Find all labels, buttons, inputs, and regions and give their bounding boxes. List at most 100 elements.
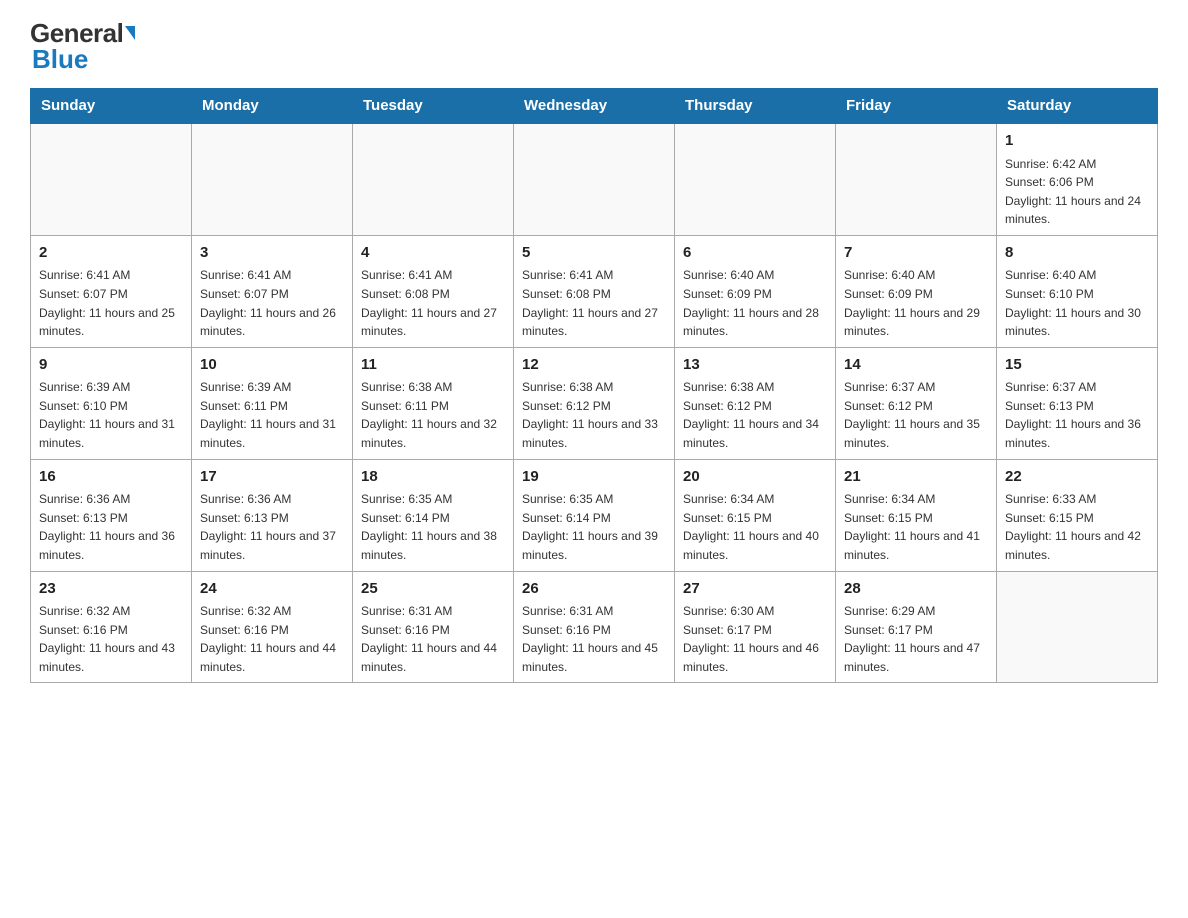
- calendar-body: 1Sunrise: 6:42 AM Sunset: 6:06 PM Daylig…: [31, 123, 1158, 683]
- day-number: 17: [200, 466, 344, 489]
- day-number: 20: [683, 466, 827, 489]
- week-row-4: 16Sunrise: 6:36 AM Sunset: 6:13 PM Dayli…: [31, 459, 1158, 571]
- day-cell: 10Sunrise: 6:39 AM Sunset: 6:11 PM Dayli…: [192, 347, 353, 459]
- day-number: 13: [683, 354, 827, 377]
- day-cell: 13Sunrise: 6:38 AM Sunset: 6:12 PM Dayli…: [675, 347, 836, 459]
- header-saturday: Saturday: [997, 89, 1158, 124]
- day-number: 4: [361, 242, 505, 265]
- day-info: Sunrise: 6:32 AM Sunset: 6:16 PM Dayligh…: [39, 602, 183, 676]
- day-info: Sunrise: 6:40 AM Sunset: 6:10 PM Dayligh…: [1005, 266, 1149, 340]
- day-info: Sunrise: 6:33 AM Sunset: 6:15 PM Dayligh…: [1005, 490, 1149, 564]
- day-info: Sunrise: 6:39 AM Sunset: 6:11 PM Dayligh…: [200, 378, 344, 452]
- day-cell: 28Sunrise: 6:29 AM Sunset: 6:17 PM Dayli…: [836, 571, 997, 683]
- day-number: 16: [39, 466, 183, 489]
- day-info: Sunrise: 6:32 AM Sunset: 6:16 PM Dayligh…: [200, 602, 344, 676]
- day-number: 8: [1005, 242, 1149, 265]
- day-cell: 9Sunrise: 6:39 AM Sunset: 6:10 PM Daylig…: [31, 347, 192, 459]
- day-cell: 8Sunrise: 6:40 AM Sunset: 6:10 PM Daylig…: [997, 235, 1158, 347]
- day-info: Sunrise: 6:36 AM Sunset: 6:13 PM Dayligh…: [39, 490, 183, 564]
- day-cell: 26Sunrise: 6:31 AM Sunset: 6:16 PM Dayli…: [514, 571, 675, 683]
- day-info: Sunrise: 6:39 AM Sunset: 6:10 PM Dayligh…: [39, 378, 183, 452]
- header-wednesday: Wednesday: [514, 89, 675, 124]
- day-number: 9: [39, 354, 183, 377]
- day-info: Sunrise: 6:37 AM Sunset: 6:12 PM Dayligh…: [844, 378, 988, 452]
- week-row-2: 2Sunrise: 6:41 AM Sunset: 6:07 PM Daylig…: [31, 235, 1158, 347]
- logo-general: General: [30, 20, 123, 46]
- day-cell: 6Sunrise: 6:40 AM Sunset: 6:09 PM Daylig…: [675, 235, 836, 347]
- week-row-3: 9Sunrise: 6:39 AM Sunset: 6:10 PM Daylig…: [31, 347, 1158, 459]
- day-number: 1: [1005, 130, 1149, 153]
- day-number: 15: [1005, 354, 1149, 377]
- day-cell: 5Sunrise: 6:41 AM Sunset: 6:08 PM Daylig…: [514, 235, 675, 347]
- day-number: 24: [200, 578, 344, 601]
- page-header: General Blue: [30, 20, 1158, 72]
- day-info: Sunrise: 6:34 AM Sunset: 6:15 PM Dayligh…: [683, 490, 827, 564]
- day-cell: [192, 123, 353, 235]
- day-cell: 20Sunrise: 6:34 AM Sunset: 6:15 PM Dayli…: [675, 459, 836, 571]
- day-cell: 3Sunrise: 6:41 AM Sunset: 6:07 PM Daylig…: [192, 235, 353, 347]
- day-cell: [353, 123, 514, 235]
- day-info: Sunrise: 6:34 AM Sunset: 6:15 PM Dayligh…: [844, 490, 988, 564]
- day-number: 14: [844, 354, 988, 377]
- day-cell: 22Sunrise: 6:33 AM Sunset: 6:15 PM Dayli…: [997, 459, 1158, 571]
- day-info: Sunrise: 6:35 AM Sunset: 6:14 PM Dayligh…: [522, 490, 666, 564]
- day-number: 10: [200, 354, 344, 377]
- day-cell: 12Sunrise: 6:38 AM Sunset: 6:12 PM Dayli…: [514, 347, 675, 459]
- day-cell: 24Sunrise: 6:32 AM Sunset: 6:16 PM Dayli…: [192, 571, 353, 683]
- day-info: Sunrise: 6:38 AM Sunset: 6:12 PM Dayligh…: [683, 378, 827, 452]
- day-number: 12: [522, 354, 666, 377]
- day-cell: [997, 571, 1158, 683]
- day-info: Sunrise: 6:40 AM Sunset: 6:09 PM Dayligh…: [683, 266, 827, 340]
- day-info: Sunrise: 6:31 AM Sunset: 6:16 PM Dayligh…: [522, 602, 666, 676]
- day-cell: [514, 123, 675, 235]
- day-info: Sunrise: 6:42 AM Sunset: 6:06 PM Dayligh…: [1005, 155, 1149, 229]
- day-info: Sunrise: 6:30 AM Sunset: 6:17 PM Dayligh…: [683, 602, 827, 676]
- day-info: Sunrise: 6:41 AM Sunset: 6:07 PM Dayligh…: [39, 266, 183, 340]
- day-cell: 27Sunrise: 6:30 AM Sunset: 6:17 PM Dayli…: [675, 571, 836, 683]
- day-info: Sunrise: 6:38 AM Sunset: 6:11 PM Dayligh…: [361, 378, 505, 452]
- logo: General Blue: [30, 20, 135, 72]
- day-cell: [31, 123, 192, 235]
- day-number: 2: [39, 242, 183, 265]
- calendar-table: SundayMondayTuesdayWednesdayThursdayFrid…: [30, 88, 1158, 683]
- day-cell: [836, 123, 997, 235]
- day-number: 28: [844, 578, 988, 601]
- header-monday: Monday: [192, 89, 353, 124]
- day-info: Sunrise: 6:36 AM Sunset: 6:13 PM Dayligh…: [200, 490, 344, 564]
- day-info: Sunrise: 6:35 AM Sunset: 6:14 PM Dayligh…: [361, 490, 505, 564]
- day-cell: 11Sunrise: 6:38 AM Sunset: 6:11 PM Dayli…: [353, 347, 514, 459]
- logo-triangle-icon: [125, 26, 135, 40]
- day-number: 11: [361, 354, 505, 377]
- day-number: 5: [522, 242, 666, 265]
- day-number: 21: [844, 466, 988, 489]
- day-number: 27: [683, 578, 827, 601]
- day-cell: 19Sunrise: 6:35 AM Sunset: 6:14 PM Dayli…: [514, 459, 675, 571]
- day-cell: 7Sunrise: 6:40 AM Sunset: 6:09 PM Daylig…: [836, 235, 997, 347]
- day-cell: 21Sunrise: 6:34 AM Sunset: 6:15 PM Dayli…: [836, 459, 997, 571]
- day-number: 6: [683, 242, 827, 265]
- day-cell: 2Sunrise: 6:41 AM Sunset: 6:07 PM Daylig…: [31, 235, 192, 347]
- day-number: 23: [39, 578, 183, 601]
- day-cell: 18Sunrise: 6:35 AM Sunset: 6:14 PM Dayli…: [353, 459, 514, 571]
- day-number: 25: [361, 578, 505, 601]
- header-friday: Friday: [836, 89, 997, 124]
- day-cell: 15Sunrise: 6:37 AM Sunset: 6:13 PM Dayli…: [997, 347, 1158, 459]
- day-info: Sunrise: 6:38 AM Sunset: 6:12 PM Dayligh…: [522, 378, 666, 452]
- day-cell: 23Sunrise: 6:32 AM Sunset: 6:16 PM Dayli…: [31, 571, 192, 683]
- week-row-1: 1Sunrise: 6:42 AM Sunset: 6:06 PM Daylig…: [31, 123, 1158, 235]
- day-cell: 25Sunrise: 6:31 AM Sunset: 6:16 PM Dayli…: [353, 571, 514, 683]
- week-row-5: 23Sunrise: 6:32 AM Sunset: 6:16 PM Dayli…: [31, 571, 1158, 683]
- logo-blue: Blue: [32, 46, 88, 72]
- day-number: 26: [522, 578, 666, 601]
- day-cell: 14Sunrise: 6:37 AM Sunset: 6:12 PM Dayli…: [836, 347, 997, 459]
- day-cell: [675, 123, 836, 235]
- day-info: Sunrise: 6:31 AM Sunset: 6:16 PM Dayligh…: [361, 602, 505, 676]
- day-info: Sunrise: 6:41 AM Sunset: 6:07 PM Dayligh…: [200, 266, 344, 340]
- day-info: Sunrise: 6:41 AM Sunset: 6:08 PM Dayligh…: [522, 266, 666, 340]
- day-info: Sunrise: 6:29 AM Sunset: 6:17 PM Dayligh…: [844, 602, 988, 676]
- calendar-header: SundayMondayTuesdayWednesdayThursdayFrid…: [31, 89, 1158, 124]
- day-cell: 16Sunrise: 6:36 AM Sunset: 6:13 PM Dayli…: [31, 459, 192, 571]
- day-info: Sunrise: 6:41 AM Sunset: 6:08 PM Dayligh…: [361, 266, 505, 340]
- header-thursday: Thursday: [675, 89, 836, 124]
- day-number: 19: [522, 466, 666, 489]
